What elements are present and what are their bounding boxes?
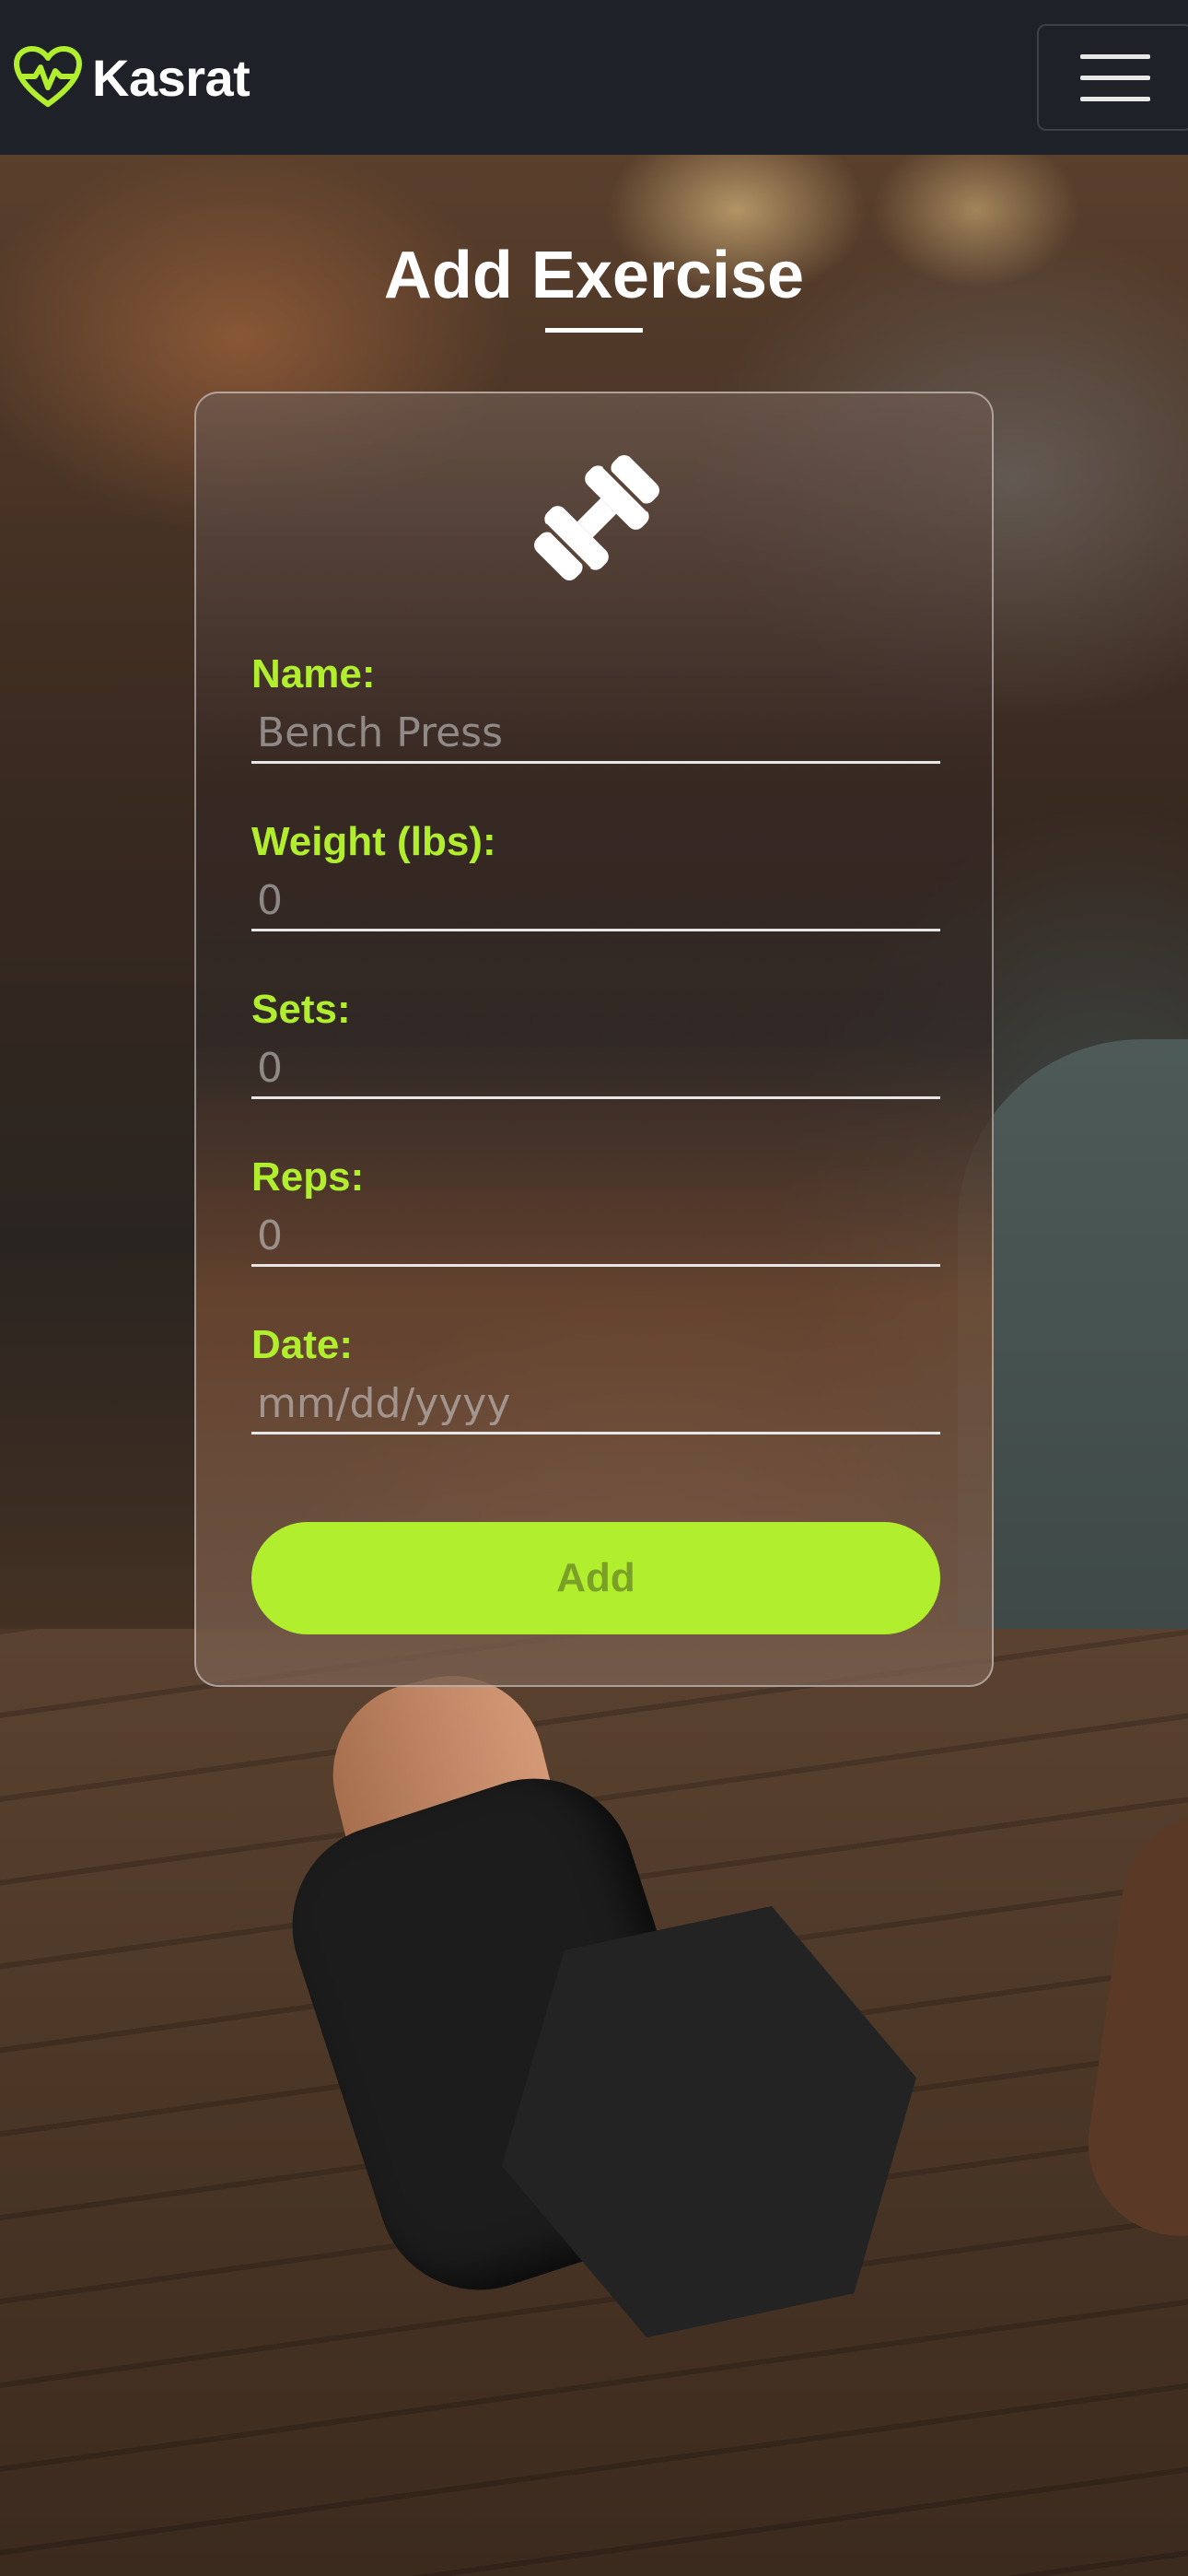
page-title: Add Exercise <box>383 239 805 312</box>
name-input[interactable] <box>251 705 940 764</box>
menu-bar <box>1080 75 1150 80</box>
add-exercise-form: Name: Weight (lbs): Sets: Reps: Date: Ad… <box>194 392 994 1687</box>
brand[interactable]: Kasrat <box>13 45 250 110</box>
sets-label: Sets: <box>251 987 351 1032</box>
sets-input[interactable] <box>251 1040 940 1099</box>
reps-input[interactable] <box>251 1208 940 1267</box>
reps-label: Reps: <box>251 1154 365 1200</box>
menu-bar <box>1080 96 1150 101</box>
date-label: Date: <box>251 1322 354 1367</box>
date-input[interactable] <box>251 1376 940 1434</box>
dumbbell-icon <box>534 455 659 580</box>
heart-pulse-icon <box>14 46 82 107</box>
add-button[interactable]: Add <box>251 1522 940 1634</box>
weight-label: Weight (lbs): <box>251 819 496 864</box>
name-label: Name: <box>251 651 376 697</box>
menu-bar <box>1080 53 1150 59</box>
weight-input[interactable] <box>251 872 940 931</box>
navbar: Kasrat <box>0 0 1188 155</box>
brand-name: Kasrat <box>92 48 250 107</box>
title-underline <box>545 328 643 333</box>
hamburger-menu-button[interactable] <box>1037 24 1188 131</box>
